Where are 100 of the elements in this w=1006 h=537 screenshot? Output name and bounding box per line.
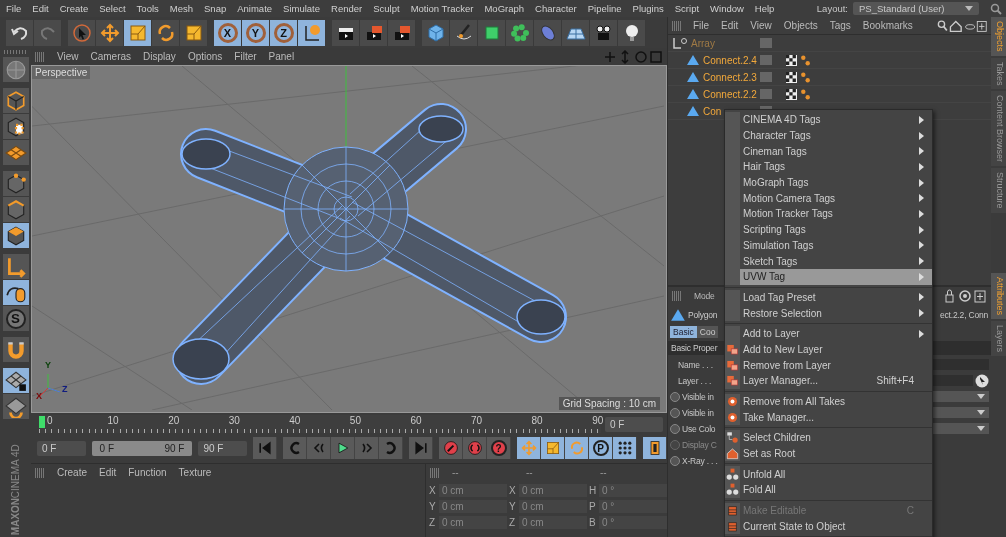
playback-button[interactable]	[439, 437, 463, 459]
menu-item[interactable]: Edit	[32, 3, 49, 14]
menu-item[interactable]: Sketch Tags	[725, 253, 932, 269]
menu-item[interactable]: View	[750, 20, 772, 31]
playback-button[interactable]	[643, 437, 667, 459]
menu-item[interactable]: Cineman Tags	[725, 143, 932, 160]
grip-icon[interactable]	[35, 467, 45, 478]
viewport-menu-item[interactable]: Filter	[234, 51, 257, 62]
menu-item[interactable]: Motion Tracker	[410, 3, 474, 14]
menu-item[interactable]: File	[692, 20, 710, 31]
menu-item[interactable]: Animate	[237, 3, 273, 14]
menu-item[interactable]: Window	[710, 3, 744, 14]
model-drawing[interactable]	[172, 103, 567, 385]
animation-radio[interactable]	[670, 423, 680, 434]
panel-tools-icon[interactable]	[936, 18, 987, 33]
menu-item[interactable]: Snap	[204, 3, 227, 14]
menu-item[interactable]: UVW Tag	[725, 268, 932, 285]
menu-item[interactable]: Take Manager...	[725, 409, 932, 426]
animation-radio[interactable]	[670, 391, 680, 402]
menu-item[interactable]: Edit	[99, 467, 117, 478]
cursor-icon[interactable]	[975, 373, 989, 388]
menu-item[interactable]: Function	[128, 467, 167, 478]
toolbar-button[interactable]	[332, 19, 360, 46]
viewport-canvas[interactable]: Perspective Y Z X Grid Spacing : 10 cm	[31, 65, 667, 413]
frame-range-slider[interactable]: 0 F 90 F	[91, 440, 193, 456]
checker-tag-icon[interactable]	[786, 71, 797, 83]
menu-item[interactable]: Texture	[178, 467, 212, 478]
animation-radio[interactable]	[670, 455, 680, 466]
search-icon[interactable]	[990, 2, 1002, 15]
tool-button[interactable]	[2, 223, 29, 248]
menu-item[interactable]: Load Tag Preset	[725, 289, 932, 306]
grip-icon[interactable]	[35, 51, 45, 62]
menu-item[interactable]: Motion Tracker Tags	[725, 206, 932, 222]
menu-item[interactable]: Help	[754, 3, 775, 14]
side-tab[interactable]: Objects	[991, 17, 1006, 56]
menu-item[interactable]: Unfold All	[725, 466, 932, 483]
dots-tag-icon[interactable]	[800, 54, 811, 66]
playback-button[interactable]: ?	[487, 437, 511, 459]
menu-item[interactable]: Bookmarks	[862, 20, 913, 31]
menu-item[interactable]: Restore Selection	[725, 305, 932, 321]
viewport-menu-item[interactable]: Display	[143, 51, 176, 62]
checker-tag-icon[interactable]	[786, 88, 797, 100]
tool-button[interactable]	[2, 88, 29, 113]
checker-tag-icon[interactable]	[786, 54, 797, 66]
grip-icon[interactable]	[672, 290, 682, 301]
menu-item[interactable]: Character	[535, 3, 577, 14]
menu-item[interactable]: Scripting Tags	[725, 221, 932, 238]
viewport-menu-item[interactable]: Panel	[268, 51, 295, 62]
side-tab[interactable]: Takes	[991, 57, 1006, 90]
menu-item[interactable]: MoGraph	[484, 3, 525, 14]
playback-button[interactable]	[541, 437, 565, 459]
menu-item[interactable]: Select Children	[725, 430, 932, 446]
menu-item[interactable]: Script	[674, 3, 700, 14]
menu-item[interactable]: Tools	[136, 3, 159, 14]
menu-item[interactable]: Motion Camera Tags	[725, 190, 932, 207]
toolbar-button[interactable]	[6, 19, 34, 46]
tool-button[interactable]	[2, 197, 29, 222]
menu-item[interactable]: CINEMA 4D Tags	[725, 112, 932, 128]
playback-button[interactable]	[331, 437, 355, 459]
tree-item[interactable]: Connect.2.4	[668, 54, 760, 66]
menu-item[interactable]: Layer Manager... Shift+F4	[725, 373, 932, 389]
playback-button[interactable]	[613, 437, 637, 459]
menu-item[interactable]: MoGraph Tags	[725, 174, 932, 191]
timeline-ruler[interactable]: 0 10 20 30 40 50 60 70 80 90	[39, 415, 601, 433]
menu-item[interactable]: Fold All	[725, 482, 932, 498]
tool-button[interactable]	[2, 171, 29, 196]
attribute-tab[interactable]: Coo	[696, 326, 719, 338]
layout-dropdown[interactable]: PS_Standard (User)	[853, 2, 979, 15]
end-frame-field[interactable]: 90 F	[198, 440, 247, 456]
menu-item[interactable]: Remove from All Takes	[725, 393, 932, 410]
menu-item[interactable]: Hair Tags	[725, 159, 932, 175]
menu-item[interactable]: Add to New Layer	[725, 341, 932, 358]
animation-radio[interactable]	[670, 407, 680, 418]
menu-item[interactable]: Pipeline	[587, 3, 622, 14]
tree-item[interactable]: Connect.2.3	[668, 71, 760, 83]
menu-item[interactable]: Add to Layer	[725, 325, 932, 342]
dots-tag-icon[interactable]	[800, 88, 811, 100]
playback-button[interactable]: P	[589, 437, 613, 459]
menu-item[interactable]: Edit	[721, 20, 739, 31]
menu-item[interactable]: Mesh	[169, 3, 194, 14]
attribute-tab[interactable]: Basic	[670, 326, 697, 338]
menu-item[interactable]: Create	[59, 3, 89, 14]
grip-icon[interactable]	[430, 467, 440, 478]
start-frame-field[interactable]: 0 F	[37, 440, 86, 456]
menu-item[interactable]: File	[6, 3, 22, 14]
menu-item[interactable]: Character Tags	[725, 127, 932, 144]
playback-button[interactable]	[463, 437, 487, 459]
viewport-menu-item[interactable]: Cameras	[90, 51, 132, 62]
side-tab[interactable]: Layers	[991, 320, 1006, 356]
current-frame-field[interactable]: 0 F	[605, 416, 663, 432]
dots-tag-icon[interactable]	[800, 71, 811, 83]
menu-item[interactable]: Current State to Object	[725, 518, 932, 535]
menu-item[interactable]: Tags	[829, 20, 851, 31]
menu-item[interactable]: Render	[331, 3, 363, 14]
menu-item[interactable]: Select	[99, 3, 126, 14]
tree-item[interactable]: Connect.2.2	[668, 88, 760, 100]
grip-icon[interactable]	[3, 50, 28, 54]
menu-item[interactable]: Create	[57, 467, 87, 478]
viewport-menu-item[interactable]: View	[57, 51, 79, 62]
panel-tools-icon[interactable]	[943, 288, 987, 303]
